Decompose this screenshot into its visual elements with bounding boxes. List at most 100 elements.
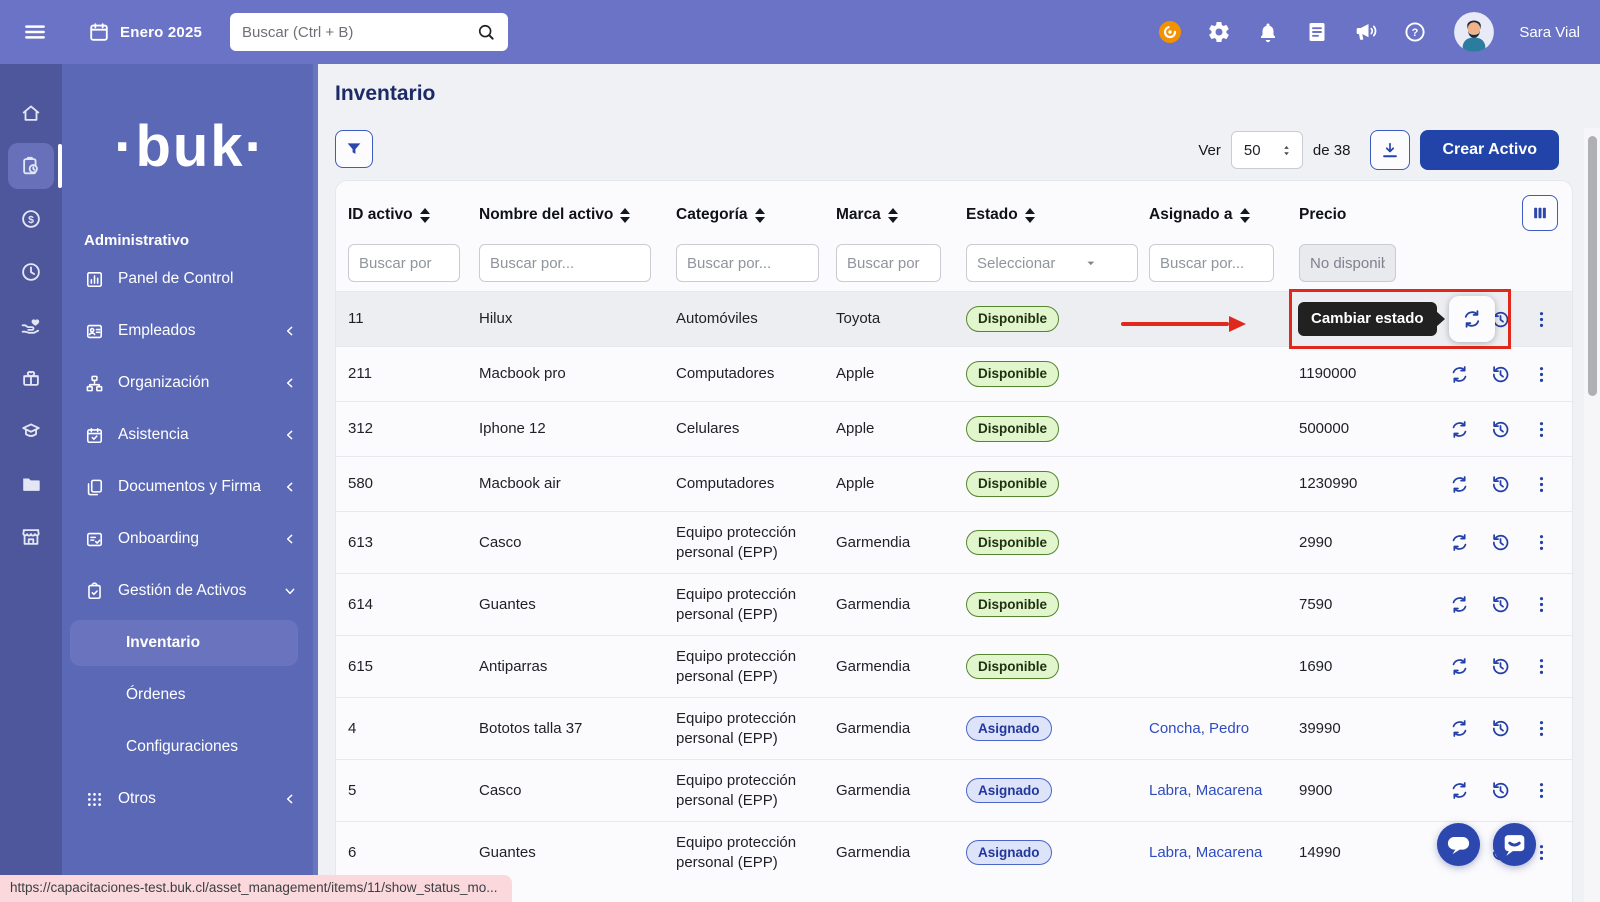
history-icon[interactable] [1490,780,1511,801]
sidebar-item-asistencia[interactable]: Asistencia [62,409,318,461]
hamburger-icon[interactable] [22,19,48,45]
status-filter-select[interactable]: Seleccionar [966,244,1138,282]
bell-icon[interactable] [1256,20,1280,44]
filter-input[interactable] [676,244,819,282]
topbar: Enero 2025 ? Sara Vial [0,0,1600,64]
assigned-person-link[interactable]: Concha, Pedro [1149,720,1249,737]
rail-item-files[interactable] [8,461,54,507]
notes-icon[interactable] [1305,20,1329,44]
filter-input[interactable] [836,244,941,282]
sort-icon[interactable] [1025,208,1035,223]
column-header[interactable]: Estado [966,206,1149,224]
sort-icon[interactable] [420,208,430,223]
create-asset-button[interactable]: Crear Activo [1420,130,1559,170]
change-status-icon[interactable] [1449,594,1470,615]
menu-item-label: Organización [118,374,209,392]
column-header[interactable]: Nombre del activo [479,206,676,224]
scrollbar-thumb[interactable] [1588,136,1597,396]
column-header[interactable]: ID activo [348,206,479,224]
sort-icon[interactable] [620,208,630,223]
cell-asset-id: 5 [348,781,479,801]
kebab-menu-icon[interactable] [1531,419,1552,440]
rail-item-asset-clipboard[interactable] [8,143,54,189]
sidebar-subitem-configuraciones[interactable]: Configuraciones [62,721,318,773]
change-status-icon[interactable] [1449,718,1470,739]
page-size-select[interactable]: 50 [1231,131,1303,169]
change-status-icon[interactable] [1449,656,1470,677]
change-status-icon[interactable] [1449,419,1470,440]
global-search[interactable] [230,13,508,51]
total-count-label: de 38 [1313,142,1351,159]
rail-item-gift[interactable] [8,355,54,401]
rail-item-time[interactable] [8,249,54,295]
kebab-menu-icon[interactable] [1531,656,1552,677]
avatar[interactable] [1454,12,1494,52]
filter-input[interactable] [1149,244,1274,282]
change-status-icon[interactable] [1449,780,1470,801]
history-icon[interactable] [1490,364,1511,385]
kebab-menu-icon[interactable] [1531,309,1552,330]
search-input[interactable] [242,24,476,41]
rail-item-store[interactable] [8,514,54,560]
filter-input[interactable] [348,244,460,282]
help-icon[interactable]: ? [1403,20,1427,44]
column-header[interactable]: Asignado a [1149,206,1299,224]
megaphone-icon[interactable] [1354,20,1378,44]
cell-status: Asignado [966,778,1149,804]
table-row-asset-615: 615AntiparrasEquipo protección personal … [336,635,1572,697]
period-selector[interactable]: Enero 2025 [88,21,202,43]
scrollbar-track[interactable] [1584,128,1600,902]
intercom-icon[interactable] [1158,20,1182,44]
select-placeholder: Seleccionar [977,255,1055,272]
sidebar-subitem-ordenes[interactable]: Órdenes [62,669,318,721]
sort-icon[interactable] [1240,208,1250,223]
sidebar-item-panel-de-control[interactable]: Panel de Control [62,253,318,305]
change-status-button[interactable] [1449,296,1495,342]
rail-item-home[interactable] [8,90,54,136]
benefits-icon [20,314,42,336]
menu-item-label: Empleados [118,322,196,340]
sidebar-item-empleados[interactable]: Empleados [62,305,318,357]
filter-input[interactable] [479,244,651,282]
column-header[interactable]: Categoría [676,206,836,224]
download-button[interactable] [1370,130,1410,170]
sidebar-item-gestion-de-activos[interactable]: Gestión de Activos [62,565,318,617]
attendance-icon [85,426,104,445]
sort-icon[interactable] [888,208,898,223]
menu-item-label: Documentos y Firma [118,478,261,496]
kebab-menu-icon[interactable] [1531,718,1552,739]
history-icon[interactable] [1490,532,1511,553]
assigned-person-link[interactable]: Labra, Macarena [1149,782,1262,799]
sort-icon[interactable] [755,208,765,223]
sidebar-subitem-inventario[interactable]: Inventario [70,620,298,666]
chat-bubble-icon[interactable] [1435,821,1482,868]
history-icon[interactable] [1490,419,1511,440]
kebab-menu-icon[interactable] [1531,364,1552,385]
change-status-icon[interactable] [1449,474,1470,495]
gear-icon[interactable] [1207,20,1231,44]
column-settings-button[interactable] [1522,195,1558,231]
history-icon[interactable] [1490,594,1511,615]
sidebar-item-documentos-y-firma[interactable]: Documentos y Firma [62,461,318,513]
assigned-person-link[interactable]: Labra, Macarena [1149,844,1262,861]
kebab-menu-icon[interactable] [1531,594,1552,615]
rail-item-benefits[interactable] [8,302,54,348]
history-icon[interactable] [1490,474,1511,495]
column-header[interactable]: Marca [836,206,966,224]
rail-item-payments[interactable]: $ [8,196,54,242]
filter-button[interactable] [335,130,373,168]
change-status-icon[interactable] [1449,532,1470,553]
messenger-icon[interactable] [1491,821,1538,868]
kebab-menu-icon[interactable] [1531,474,1552,495]
kebab-menu-icon[interactable] [1531,780,1552,801]
sidebar-item-onboarding[interactable]: Onboarding [62,513,318,565]
change-status-icon[interactable] [1449,364,1470,385]
history-icon[interactable] [1490,718,1511,739]
kebab-menu-icon[interactable] [1531,532,1552,553]
rail-item-learning[interactable] [8,408,54,454]
cell-category: Computadores [676,364,836,384]
sidebar-item-otros[interactable]: Otros [62,773,318,825]
sidebar-item-organizacion[interactable]: Organización [62,357,318,409]
cell-asset-name: Hilux [479,309,676,329]
history-icon[interactable] [1490,656,1511,677]
